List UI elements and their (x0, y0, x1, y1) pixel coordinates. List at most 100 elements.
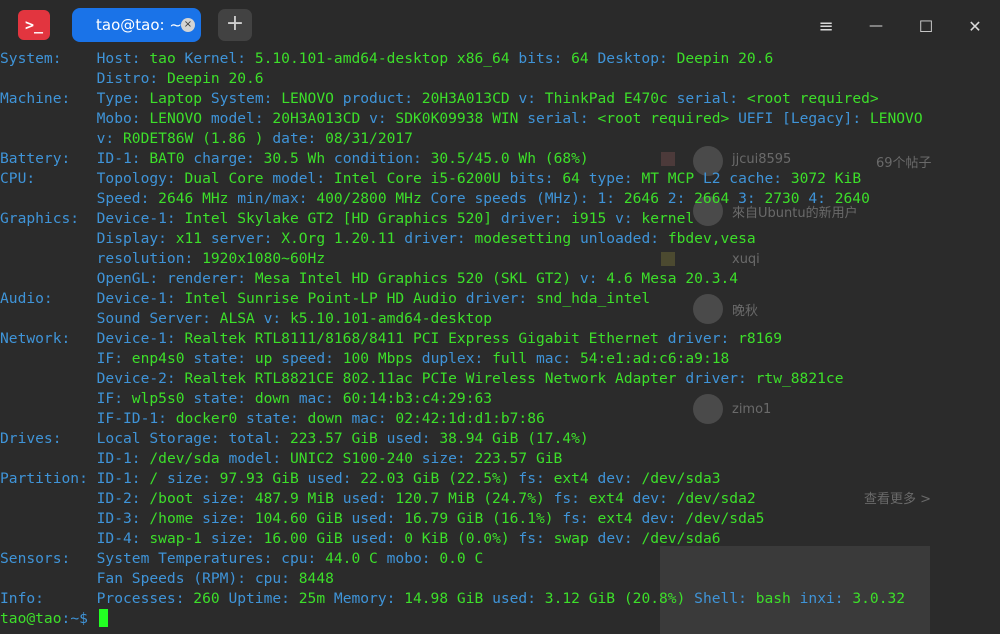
terminal-tab[interactable]: tao@tao: ~ × (72, 8, 201, 42)
terminal-value: /home (149, 510, 203, 527)
terminal-key: duplex: (421, 350, 493, 367)
terminal-value: LENOVO (869, 110, 923, 127)
terminal-line: System: Host: tao Kernel: 5.10.101-amd64… (0, 49, 1000, 69)
tab-close-icon[interactable]: × (181, 18, 195, 32)
terminal-app-icon[interactable]: >_ (18, 10, 50, 40)
terminal-key: dev: (597, 530, 642, 547)
terminal-key: Partition: ID-1: (0, 470, 150, 487)
terminal-value: Intel Skylake GT2 [HD Graphics 520] (184, 210, 501, 227)
terminal-value: 223.57 GiB (289, 430, 387, 447)
terminal-line: Sound Server: ALSA v: k5.10.101-amd64-de… (0, 309, 1000, 329)
terminal-key: Core speeds (MHz): 1: (430, 190, 624, 207)
terminal-value: /dev/sda (149, 450, 229, 467)
terminal-key: condition: (333, 150, 431, 167)
terminal-value: 400/2800 MHz (316, 190, 431, 207)
terminal-value: Realtek RTL8821CE 802.11ac PCIe Wireless… (184, 370, 686, 387)
minimize-icon[interactable]: — (862, 12, 890, 40)
terminal-key: size: (202, 510, 255, 527)
terminal-key: v: (579, 270, 607, 287)
terminal-value: MT MCP (641, 170, 703, 187)
terminal-key: speed: (281, 350, 343, 367)
terminal-line: Network: Device-1: Realtek RTL8111/8168/… (0, 329, 1000, 349)
terminal-key: server: (210, 230, 282, 247)
terminal-value: wlp5s0 (131, 390, 194, 407)
terminal-value: 20H3A013CD (272, 110, 370, 127)
terminal-key: L2 cache: (702, 170, 791, 187)
terminal-value: swap-1 (149, 530, 211, 547)
terminal-line: ID-4: swap-1 size: 16.00 GiB used: 0 KiB… (0, 529, 1000, 549)
terminal-value: docker0 (175, 410, 247, 427)
terminal-value: ALSA (219, 310, 264, 327)
terminal-value: 260 (193, 590, 229, 607)
terminal-key: Mobo: (0, 110, 150, 127)
terminal-value: 0.0 C (439, 550, 484, 567)
terminal-key: v: (615, 210, 642, 227)
terminal-value: / (149, 470, 167, 487)
terminal-line: Fan Speeds (RPM): cpu: 8448 (0, 569, 1000, 589)
terminal-key: ID-2: (0, 490, 150, 507)
terminal-key: v: (0, 130, 124, 147)
terminal-key: Graphics: Device-1: (0, 210, 185, 227)
terminal-key: used: (307, 470, 361, 487)
terminal-value: kernel (641, 210, 695, 227)
terminal-key: used: (351, 530, 405, 547)
new-tab-button[interactable]: + (218, 9, 252, 41)
close-icon[interactable]: ✕ (961, 12, 989, 40)
terminal-value: 223.57 GiB (474, 450, 563, 467)
terminal-key: Audio: Device-1: (0, 290, 185, 307)
terminal-value: 5.10.101-amd64-desktop x86_64 (254, 50, 519, 67)
terminal-value: 30.5 Wh (263, 150, 334, 167)
terminal-value: /dev/sda2 (676, 490, 756, 507)
terminal-key: v: (369, 110, 396, 127)
terminal-value: ext4 (588, 490, 633, 507)
terminal-key: size: (210, 530, 264, 547)
terminal-value: 120.7 MiB (24.7%) (395, 490, 554, 507)
terminal-value: 2646 (623, 190, 668, 207)
terminal-value: 22.03 GiB (22.5%) (360, 470, 519, 487)
terminal-value: ext4 (597, 510, 642, 527)
terminal-value: Deepin 20.6 (676, 50, 774, 67)
terminal-line: IF: wlp5s0 state: down mac: 60:14:b3:c4:… (0, 389, 1000, 409)
terminal-key: state: (193, 390, 255, 407)
terminal-output[interactable]: System: Host: tao Kernel: 5.10.101-amd64… (0, 49, 1000, 634)
terminal-value: rtw_8821ce (755, 370, 844, 387)
tab-title: tao@tao: ~ (96, 16, 182, 34)
terminal-line: Device-2: Realtek RTL8821CE 802.11ac PCI… (0, 369, 1000, 389)
terminal-value: <root required> (746, 90, 879, 107)
terminal-value: 104.60 GiB (254, 510, 352, 527)
terminal-key: driver: (667, 330, 739, 347)
maximize-icon[interactable]: ☐ (912, 12, 940, 40)
terminal-key: mac: (298, 390, 343, 407)
terminal-key: Info: Processes: (0, 590, 194, 607)
terminal-line: Drives: Local Storage: total: 223.57 GiB… (0, 429, 1000, 449)
terminal-key: IF-ID-1: (0, 410, 176, 427)
terminal-key: state: (246, 410, 308, 427)
terminal-value: 14.98 GiB (404, 590, 493, 607)
terminal-key: model: (228, 450, 290, 467)
terminal-line: IF: enp4s0 state: up speed: 100 Mbps dup… (0, 349, 1000, 369)
terminal-key: Battery: ID-1: (0, 150, 150, 167)
terminal-value: 100 Mbps (342, 350, 422, 367)
terminal-value: 2664 (694, 190, 739, 207)
terminal-key: Distro: (0, 70, 167, 87)
terminal-line: resolution: 1920x1080~60Hz (0, 249, 1000, 269)
terminal-value: bash (755, 590, 800, 607)
terminal-key: Uptime: (228, 590, 299, 607)
terminal-key: used: (342, 490, 396, 507)
terminal-key: dev: (632, 490, 677, 507)
terminal-line: IF-ID-1: docker0 state: down mac: 02:42:… (0, 409, 1000, 429)
prompt-line[interactable]: tao@tao:~$ (0, 609, 1000, 629)
terminal-value: enp4s0 (131, 350, 194, 367)
menu-icon[interactable]: ≡ (812, 12, 840, 40)
terminal-key: size: (421, 450, 475, 467)
terminal-key: size: (166, 470, 220, 487)
terminal-value: Intel Sunrise Point-LP HD Audio (184, 290, 466, 307)
terminal-value: 2640 (834, 190, 870, 207)
terminal-value: swap (553, 530, 598, 547)
terminal-value: 20H3A013CD (421, 90, 519, 107)
terminal-value: Dual Core (184, 170, 273, 187)
terminal-key: dev: (641, 510, 686, 527)
terminal-line: Machine: Type: Laptop System: LENOVO pro… (0, 89, 1000, 109)
terminal-line: Mobo: LENOVO model: 20H3A013CD v: SDK0K0… (0, 109, 1000, 129)
terminal-key: renderer: (166, 270, 255, 287)
